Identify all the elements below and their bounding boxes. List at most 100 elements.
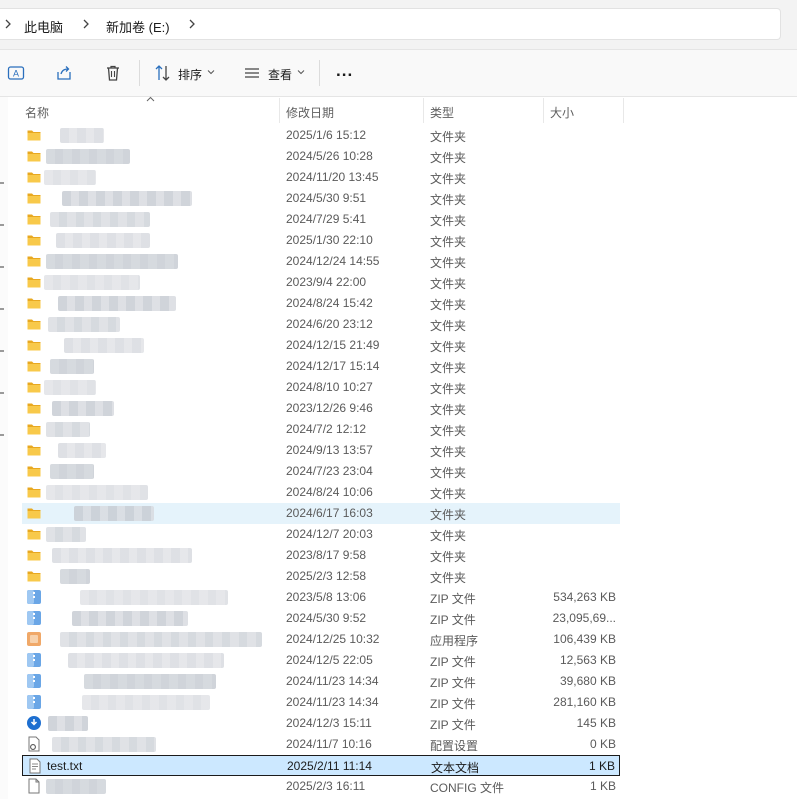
column-header-date[interactable]: 修改日期 xyxy=(286,104,334,121)
file-row-selected[interactable]: test.txt 2025/2/11 11:14 文本文档 1 KB xyxy=(22,755,620,776)
column-divider[interactable] xyxy=(423,98,424,123)
redacted-file-name xyxy=(48,317,120,332)
share-icon[interactable] xyxy=(54,63,74,83)
file-row[interactable]: 2024/11/23 14:34 ZIP 文件 39,680 KB xyxy=(22,671,620,692)
file-date: 2024/8/24 15:42 xyxy=(286,296,373,310)
folder-icon xyxy=(27,340,41,351)
file-row[interactable]: 2023/5/8 13:06 ZIP 文件 534,263 KB xyxy=(22,587,620,608)
zip-icon xyxy=(27,590,41,604)
file-row[interactable]: 2023/9/4 22:00 文件夹 xyxy=(22,272,620,293)
file-row[interactable]: 2024/8/24 15:42 文件夹 xyxy=(22,293,620,314)
chevron-right-icon[interactable] xyxy=(186,16,198,32)
folder-icon xyxy=(27,130,41,141)
folder-icon xyxy=(27,277,41,288)
column-header-type[interactable]: 类型 xyxy=(430,104,454,121)
file-row[interactable]: 2024/12/15 21:49 文件夹 xyxy=(22,335,620,356)
view-button[interactable]: 查看 xyxy=(268,66,292,83)
file-date: 2024/8/24 10:06 xyxy=(286,485,373,499)
file-date: 2024/12/24 14:55 xyxy=(286,254,380,268)
file-row[interactable]: 2024/12/17 15:14 文件夹 xyxy=(22,356,620,377)
file-row[interactable]: 2024/11/7 10:16 配置设置 0 KB xyxy=(22,734,620,755)
file-date: 2025/2/3 12:58 xyxy=(286,569,367,583)
file-row[interactable]: 2024/7/29 5:41 文件夹 xyxy=(22,209,620,230)
folder-icon xyxy=(27,256,41,267)
zip-icon xyxy=(27,653,41,667)
file-row[interactable]: 2023/8/17 9:58 文件夹 xyxy=(22,545,620,566)
file-row[interactable]: 2024/6/17 16:03 文件夹 xyxy=(22,503,620,524)
file-type: CONFIG 文件 xyxy=(430,781,504,795)
text-file-icon xyxy=(29,758,41,774)
redacted-file-name xyxy=(48,716,88,731)
file-row[interactable]: 2024/6/20 23:12 文件夹 xyxy=(22,314,620,335)
file-row[interactable]: 2024/5/30 9:52 ZIP 文件 23,095,69... xyxy=(22,608,620,629)
column-header-size[interactable]: 大小 xyxy=(550,104,574,121)
file-type: 文件夹 xyxy=(430,571,467,585)
file-row[interactable]: 2024/11/23 14:34 ZIP 文件 281,160 KB xyxy=(22,692,620,713)
file-date: 2025/1/30 22:10 xyxy=(286,233,373,247)
file-row[interactable]: 2024/8/10 10:27 文件夹 xyxy=(22,377,620,398)
file-row[interactable]: 2024/12/24 14:55 文件夹 xyxy=(22,251,620,272)
column-divider[interactable] xyxy=(279,98,280,123)
file-size: 106,439 KB xyxy=(553,632,616,646)
file-type: 文件夹 xyxy=(430,466,467,480)
file-type: 文件夹 xyxy=(430,151,467,165)
file-date: 2024/5/30 9:52 xyxy=(286,611,367,625)
redacted-file-name xyxy=(52,548,192,563)
redacted-file-name xyxy=(52,401,114,416)
file-size: 0 KB xyxy=(589,737,616,751)
settings-file-icon xyxy=(28,736,40,752)
file-row[interactable]: 2025/2/3 12:58 文件夹 xyxy=(22,566,620,587)
file-row[interactable]: 2024/11/20 13:45 文件夹 xyxy=(22,167,620,188)
view-icon[interactable] xyxy=(242,63,262,83)
folder-icon xyxy=(27,571,41,582)
file-date: 2023/5/8 13:06 xyxy=(286,590,367,604)
file-row[interactable]: 2024/12/5 22:05 ZIP 文件 12,563 KB xyxy=(22,650,620,671)
file-date: 2025/1/6 15:12 xyxy=(286,128,367,142)
file-type: 文件夹 xyxy=(430,487,467,501)
chevron-right-icon[interactable] xyxy=(80,16,92,32)
breadcrumb-drive-e[interactable]: 新加卷 (E:) xyxy=(106,17,170,36)
rename-icon[interactable]: A xyxy=(6,63,26,83)
file-row[interactable]: 2024/5/26 10:28 文件夹 xyxy=(22,146,620,167)
chevron-right-icon[interactable] xyxy=(2,16,14,32)
column-divider[interactable] xyxy=(543,98,544,123)
sort-icon[interactable] xyxy=(153,63,173,83)
zip-icon xyxy=(27,611,41,625)
file-icon xyxy=(28,778,40,794)
chevron-down-icon[interactable] xyxy=(297,69,305,75)
redacted-file-name xyxy=(58,296,176,311)
file-type: 文本文档 xyxy=(431,761,480,775)
folder-icon xyxy=(27,319,41,330)
file-row[interactable]: 2025/1/30 22:10 文件夹 xyxy=(22,230,620,251)
column-header-name[interactable]: 名称 xyxy=(25,104,49,121)
file-size: 281,160 KB xyxy=(553,695,616,709)
column-divider[interactable] xyxy=(623,98,624,123)
file-row[interactable]: 2025/2/3 16:11 CONFIG 文件 1 KB xyxy=(22,776,620,797)
file-row[interactable]: 2024/12/7 20:03 文件夹 xyxy=(22,524,620,545)
file-row[interactable]: 2024/8/24 10:06 文件夹 xyxy=(22,482,620,503)
file-row[interactable]: 2024/5/30 9:51 文件夹 xyxy=(22,188,620,209)
chevron-down-icon[interactable] xyxy=(207,69,215,75)
toolbar-separator xyxy=(319,60,320,86)
redacted-file-name xyxy=(50,464,94,479)
file-row[interactable]: 2024/9/13 13:57 文件夹 xyxy=(22,440,620,461)
file-row[interactable]: 2023/12/26 9:46 文件夹 xyxy=(22,398,620,419)
file-type: 文件夹 xyxy=(430,424,467,438)
file-row[interactable]: 2024/7/2 12:12 文件夹 xyxy=(22,419,620,440)
file-row[interactable]: 2024/12/3 15:11 ZIP 文件 145 KB xyxy=(22,713,620,734)
file-type: 文件夹 xyxy=(430,361,467,375)
file-name[interactable]: test.txt xyxy=(47,759,82,773)
redacted-file-name xyxy=(68,653,224,668)
redacted-file-name xyxy=(80,590,228,605)
more-options-button[interactable]: ... xyxy=(336,61,353,81)
sort-button[interactable]: 排序 xyxy=(178,66,202,83)
file-row[interactable]: 2024/7/23 23:04 文件夹 xyxy=(22,461,620,482)
breadcrumb-this-pc[interactable]: 此电脑 xyxy=(24,17,63,36)
delete-icon[interactable] xyxy=(103,63,123,83)
toolbar-separator xyxy=(139,60,140,86)
file-date: 2024/11/23 14:34 xyxy=(286,674,379,688)
file-row[interactable]: 2024/12/25 10:32 应用程序 106,439 KB xyxy=(22,629,620,650)
address-field[interactable]: 此电脑 新加卷 (E:) xyxy=(0,8,781,40)
file-type: 文件夹 xyxy=(430,235,467,249)
file-row[interactable]: 2025/1/6 15:12 文件夹 xyxy=(22,125,620,146)
